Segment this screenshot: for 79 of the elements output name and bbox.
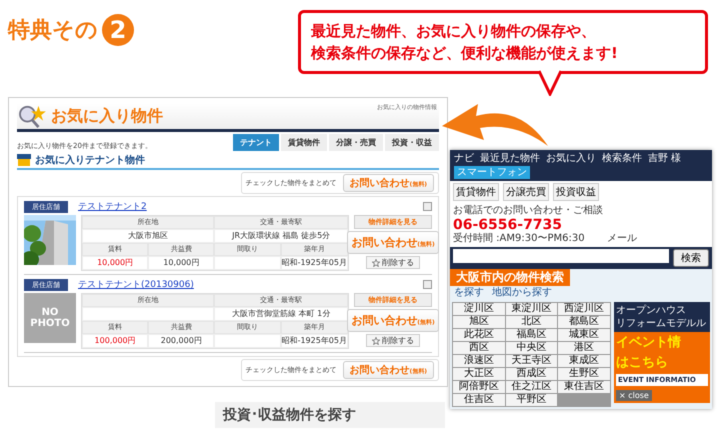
ward-label[interactable]: 生野区 (558, 368, 610, 380)
phone-number: 06-6556-7735 (453, 217, 564, 233)
nav-link[interactable]: お気に入り (546, 152, 596, 165)
close-button[interactable]: × close (616, 390, 652, 401)
ward-label[interactable]: 天王寺区 (506, 355, 558, 367)
office-hours: 受付時間 :AM9:30〜PM6:30 (453, 233, 586, 245)
nav-brand: ナビ (454, 152, 474, 165)
callout-text: 最近見た物件、お気に入り物件の保存や、 (311, 21, 597, 42)
table-cell: 100,000円 (82, 334, 148, 348)
page-title: お気に入り物件 (51, 106, 163, 126)
map-banner: 大阪市内の物件検索 (450, 269, 570, 286)
category-tab[interactable]: テナント (233, 134, 279, 151)
ward-label[interactable]: 港区 (558, 342, 610, 354)
table-cell (214, 256, 281, 270)
table-cell: JR大阪環状線 福島 徒歩5分 (214, 229, 348, 243)
ward-label[interactable]: 東住吉区 (558, 381, 610, 393)
category-tab[interactable]: 投資・収益 (385, 134, 439, 151)
ward-label[interactable]: 淀川区 (453, 303, 505, 315)
nav-link[interactable]: 検索条件 (602, 152, 642, 165)
property-link[interactable]: テストテナント2 (78, 200, 147, 213)
mail-label: メール (607, 233, 637, 245)
category-tab[interactable]: 賃貸物件 (453, 183, 499, 201)
no-photo-text: NO PHOTO (29, 307, 71, 329)
table-cell: 10,000円 (148, 256, 214, 270)
phone-label: お電話でのお問い合わせ・ご相談 (453, 205, 603, 217)
table-cell: 10,000円 (82, 256, 148, 270)
property-link[interactable]: テストテナント(20130906) (78, 278, 194, 291)
bottom-link-text: 投資･収益物件を探す (223, 406, 356, 424)
ward-label[interactable]: 西区 (453, 342, 505, 354)
table-cell (214, 334, 281, 348)
ward-label[interactable]: 東成区 (558, 355, 610, 367)
table-cell: 昭和-1925年05月 (280, 334, 348, 348)
delete-button[interactable]: 削除する (366, 334, 420, 347)
ward-label[interactable]: 住之江区 (506, 381, 558, 393)
table-cell: 大阪市旭区 (82, 229, 214, 243)
ward-label[interactable]: 北区 (506, 316, 558, 328)
category-tab[interactable]: 分譲・売買 (329, 134, 383, 151)
ad-headline: はこちら (615, 354, 669, 372)
shop-icon (17, 154, 31, 166)
category-tab[interactable]: 賃貸物件 (281, 134, 327, 151)
ward-label[interactable]: 此花区 (453, 329, 505, 341)
ward-label[interactable]: 阿倍野区 (453, 381, 505, 393)
category-tab[interactable]: 投資収益 (553, 183, 599, 201)
ward-label[interactable]: 住吉区 (453, 394, 505, 406)
ward-label[interactable]: 西淀川区 (558, 303, 610, 315)
search-link[interactable]: を探す (454, 287, 484, 299)
star-icon (372, 336, 380, 344)
table-cell: 大阪市営御堂筋線 本町 1分 (214, 307, 348, 321)
table-cell: 昭和-1925年05月 (280, 256, 348, 270)
ward-label[interactable]: 大正区 (453, 368, 505, 380)
bottom-link[interactable]: 投資･収益物件を探す (215, 402, 445, 428)
search-link[interactable]: 地図から探す (492, 287, 552, 299)
star-icon (372, 258, 380, 266)
nav-link[interactable]: 最近見た物件 (480, 152, 540, 165)
table-cell: 200,000円 (148, 334, 214, 348)
ward-label[interactable]: 福島区 (506, 329, 558, 341)
number-badge: 2 (102, 14, 134, 46)
ward-label[interactable]: 浪速区 (453, 355, 505, 367)
select-checkbox[interactable] (423, 280, 432, 289)
search-star-icon (17, 104, 47, 128)
select-checkbox[interactable] (423, 202, 432, 211)
ad-text: リフォームモデルル (616, 317, 707, 330)
ward-label[interactable]: 平野区 (506, 394, 558, 406)
ward-label[interactable]: 都島区 (558, 316, 610, 328)
ward-label[interactable]: 城東区 (558, 329, 610, 341)
ward-label[interactable]: 中央区 (506, 342, 558, 354)
delete-button[interactable]: 削除する (366, 256, 420, 269)
category-tab[interactable]: 分譲売買 (503, 183, 549, 201)
ward-label[interactable]: 西成区 (506, 368, 558, 380)
section-title: お気に入りテナント物件 (35, 154, 145, 167)
search-bar[interactable]: 検索 (450, 247, 712, 269)
user-name: 吉野 様 (648, 152, 682, 165)
ward-label[interactable]: 旭区 (453, 316, 505, 328)
ad-text: オープンハウス (616, 304, 687, 317)
callout-text: 検索条件の保存など、便利な機能が使えます! (311, 43, 619, 64)
ward-label[interactable]: 東淀川区 (506, 303, 558, 315)
ad-headline: イベント情 (615, 334, 682, 352)
heading: 特典その (8, 17, 98, 45)
search-button[interactable]: 検索 (673, 249, 709, 267)
